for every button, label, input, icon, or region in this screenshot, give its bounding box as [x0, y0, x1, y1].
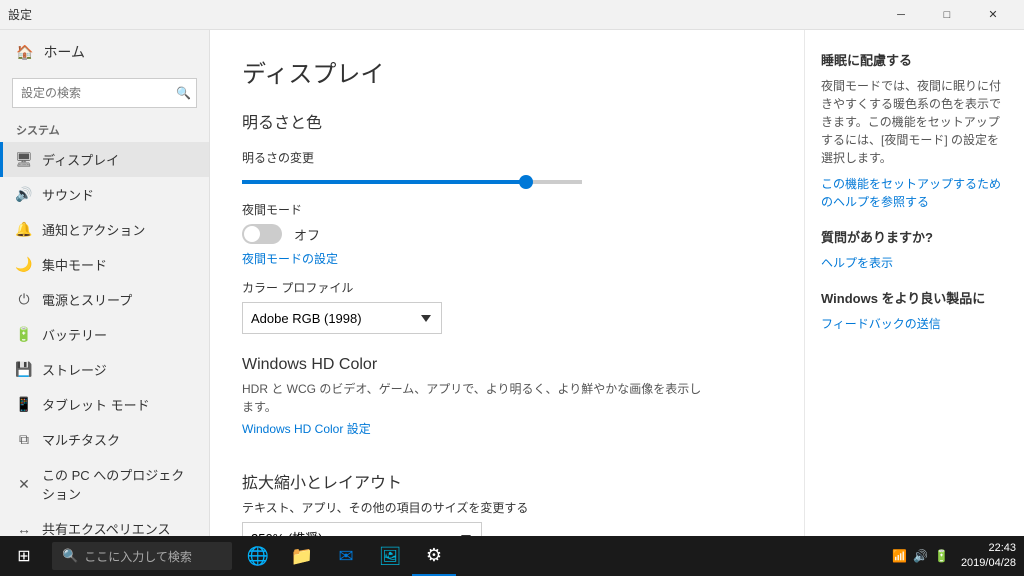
taskbar-volume-icon[interactable]: 🔊	[911, 549, 930, 563]
main-content: ディスプレイ 明るさと色 明るさの変更 夜間モード オフ 夜間モードの設定 カラ…	[210, 30, 804, 536]
projection-icon: ✕	[16, 476, 32, 492]
taskbar-sys-icons: 📶 🔊 🔋	[890, 549, 951, 563]
sidebar-item-sound[interactable]: 🔊 サウンド	[0, 177, 209, 212]
search-input[interactable]	[12, 78, 197, 108]
sidebar-item-notification-label: 通知とアクション	[42, 220, 145, 239]
home-icon: 🏠	[16, 44, 33, 61]
taskbar-search[interactable]: 🔍 ここに入力して検索	[52, 542, 232, 570]
sidebar: 🏠 ホーム 🔍 システム 🖥 ディスプレイ 🔊 サウンド 🔔 通知とアクション …	[0, 30, 210, 536]
close-button[interactable]: ✕	[970, 0, 1016, 30]
sidebar-item-tablet[interactable]: 📱 タブレット モード	[0, 387, 209, 422]
hd-color-title: Windows HD Color	[242, 356, 772, 374]
start-button[interactable]: ⊞	[0, 536, 48, 576]
focus-icon: 🌙	[16, 257, 32, 273]
sidebar-home-button[interactable]: 🏠 ホーム	[0, 30, 209, 74]
scale-label: テキスト、アプリ、その他の項目のサイズを変更する	[242, 499, 772, 516]
battery-icon: 🔋	[16, 327, 32, 343]
titlebar: 設定 ─ □ ✕	[0, 0, 1024, 30]
brightness-slider[interactable]	[242, 180, 582, 184]
search-icon: 🔍	[176, 86, 191, 100]
multitask-icon: ⧉	[16, 432, 32, 448]
taskbar-date: 2019/04/28	[961, 556, 1016, 571]
sleep-text: 夜間モードでは、夜間に眠りに付きやすくする暖色系の色を表示できます。この機能をセ…	[821, 77, 1008, 167]
taskbar: ⊞ 🔍 ここに入力して検索 🌐 📁 ✉ 🖼 ⚙ 📶 🔊 🔋 22:43 2019…	[0, 536, 1024, 576]
sound-icon: 🔊	[16, 187, 32, 203]
layout-section: 拡大縮小とレイアウト テキスト、アプリ、その他の項目のサイズを変更する 250%…	[242, 469, 772, 536]
home-label: ホーム	[43, 42, 85, 62]
taskbar-icons: 🌐 📁 ✉ 🖼 ⚙	[236, 536, 456, 576]
night-mode-state: オフ	[294, 225, 320, 244]
shared-icon: ↔	[16, 521, 32, 537]
question-link[interactable]: ヘルプを表示	[821, 256, 893, 270]
sidebar-item-power[interactable]: ⏻ 電源とスリープ	[0, 282, 209, 317]
sidebar-item-projection-label: この PC へのプロジェクション	[42, 465, 193, 503]
taskbar-photo-icon[interactable]: 🖼	[368, 536, 412, 576]
tablet-icon: 📱	[16, 397, 32, 413]
sidebar-item-multitask-label: マルチタスク	[42, 430, 120, 449]
taskbar-mail-icon[interactable]: ✉	[324, 536, 368, 576]
color-profile-label: カラー プロファイル	[242, 279, 772, 296]
app-container: 🏠 ホーム 🔍 システム 🖥 ディスプレイ 🔊 サウンド 🔔 通知とアクション …	[0, 30, 1024, 536]
sleep-link[interactable]: この機能をセットアップするためのヘルプを参照する	[821, 177, 1001, 209]
layout-title: 拡大縮小とレイアウト	[242, 469, 772, 493]
taskbar-search-icon: 🔍	[62, 548, 78, 564]
taskbar-settings-icon[interactable]: ⚙	[412, 536, 456, 576]
sidebar-item-projection[interactable]: ✕ この PC へのプロジェクション	[0, 457, 209, 511]
night-mode-row: オフ	[242, 224, 772, 244]
color-profile-select[interactable]: Adobe RGB (1998)	[242, 302, 442, 334]
sidebar-item-power-label: 電源とスリープ	[42, 290, 132, 309]
taskbar-explorer-icon[interactable]: 📁	[280, 536, 324, 576]
taskbar-clock[interactable]: 22:43 2019/04/28	[961, 541, 1016, 572]
night-mode-toggle[interactable]	[242, 224, 282, 244]
sidebar-section-label: システム	[0, 116, 209, 142]
titlebar-controls: ─ □ ✕	[878, 0, 1016, 30]
right-panel: 睡眠に配慮する 夜間モードでは、夜間に眠りに付きやすくする暖色系の色を表示できま…	[804, 30, 1024, 536]
sidebar-item-storage[interactable]: 💾 ストレージ	[0, 352, 209, 387]
sidebar-item-display[interactable]: 🖥 ディスプレイ	[0, 142, 209, 177]
taskbar-edge-icon[interactable]: 🌐	[236, 536, 280, 576]
hd-color-link[interactable]: Windows HD Color 設定	[242, 420, 371, 437]
question-title: 質問がありますか?	[821, 227, 1008, 246]
search-box: 🔍	[12, 78, 197, 108]
taskbar-time: 22:43	[961, 541, 1016, 556]
brightness-slider-container	[242, 172, 582, 187]
titlebar-title: 設定	[8, 6, 32, 23]
sidebar-item-notification[interactable]: 🔔 通知とアクション	[0, 212, 209, 247]
brightness-label: 明るさの変更	[242, 149, 772, 166]
restore-button[interactable]: □	[924, 0, 970, 30]
sleep-title: 睡眠に配慮する	[821, 50, 1008, 69]
brightness-section-title: 明るさと色	[242, 109, 772, 137]
hd-color-section: Windows HD Color HDR と WCG のビデオ、ゲーム、アプリで…	[242, 356, 772, 449]
sidebar-item-shared[interactable]: ↔ 共有エクスペリエンス	[0, 511, 209, 536]
sidebar-item-focus[interactable]: 🌙 集中モード	[0, 247, 209, 282]
sidebar-item-sound-label: サウンド	[42, 185, 94, 204]
taskbar-right: 📶 🔊 🔋 22:43 2019/04/28	[890, 541, 1024, 572]
sidebar-item-shared-label: 共有エクスペリエンス	[42, 519, 170, 536]
taskbar-search-text: ここに入力して検索	[84, 548, 192, 565]
storage-icon: 💾	[16, 362, 32, 378]
power-icon: ⏻	[16, 292, 32, 308]
page-title: ディスプレイ	[242, 54, 772, 89]
taskbar-network-icon[interactable]: 📶	[890, 549, 909, 563]
sidebar-item-battery[interactable]: 🔋 バッテリー	[0, 317, 209, 352]
sidebar-item-tablet-label: タブレット モード	[42, 395, 150, 414]
sidebar-item-battery-label: バッテリー	[42, 325, 107, 344]
night-mode-label: 夜間モード	[242, 201, 772, 218]
hd-color-desc: HDR と WCG のビデオ、ゲーム、アプリで、より明るく、より鮮やかな画像を表…	[242, 380, 702, 416]
improve-link[interactable]: フィードバックの送信	[821, 317, 941, 331]
sidebar-item-storage-label: ストレージ	[42, 360, 107, 379]
sidebar-item-multitask[interactable]: ⧉ マルチタスク	[0, 422, 209, 457]
scale-select[interactable]: 250% (推奨)	[242, 522, 482, 536]
taskbar-battery-icon[interactable]: 🔋	[932, 549, 951, 563]
improve-title: Windows をより良い製品に	[821, 288, 1008, 307]
sidebar-item-focus-label: 集中モード	[42, 255, 107, 274]
display-icon: 🖥	[16, 152, 32, 168]
night-mode-link[interactable]: 夜間モードの設定	[242, 250, 338, 267]
sidebar-item-display-label: ディスプレイ	[42, 150, 119, 169]
minimize-button[interactable]: ─	[878, 0, 924, 30]
notification-icon: 🔔	[16, 222, 32, 238]
